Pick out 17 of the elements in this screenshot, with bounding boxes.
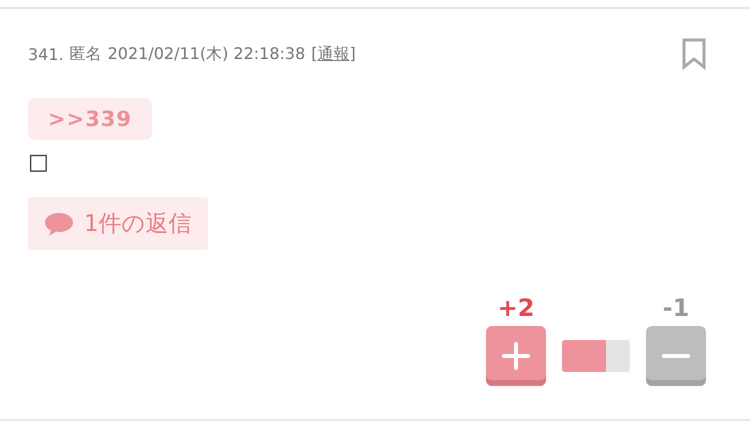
vote-count: +2	[498, 294, 534, 322]
post-date: 2021/02/11(木) 22:18:38	[108, 44, 306, 64]
post-body: □	[28, 150, 50, 175]
post-number: 341.	[28, 44, 64, 64]
minus-icon	[662, 354, 690, 358]
author-name: 匿名	[70, 44, 102, 64]
replies-button[interactable]: 1件の返信	[28, 197, 208, 250]
plus-icon	[502, 342, 530, 370]
anchor-link[interactable]: >>339	[28, 98, 152, 140]
bracket: [	[311, 44, 318, 64]
upvote-button[interactable]	[486, 326, 546, 386]
report-link[interactable]: 通報	[318, 44, 350, 64]
bookmark-icon[interactable]	[682, 38, 706, 70]
vote-count: -1	[662, 294, 690, 322]
bracket: ]	[350, 44, 356, 64]
speech-bubble-icon	[44, 210, 74, 236]
downvote-button[interactable]	[646, 326, 706, 386]
